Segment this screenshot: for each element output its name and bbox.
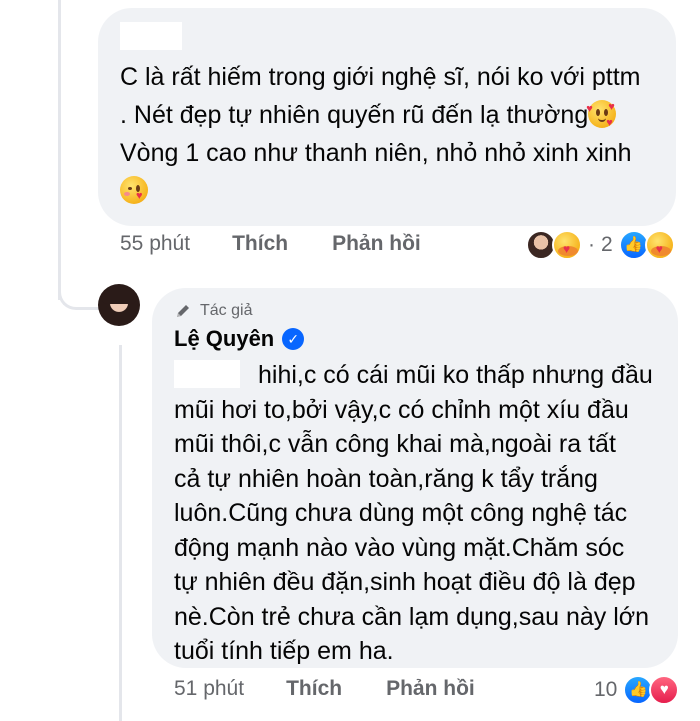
smiling-face-with-hearts-icon: ♥ ♥ ♥ <box>586 100 617 129</box>
reply-button[interactable]: Phản hồi <box>386 677 475 701</box>
love-reaction-icon: ♥ <box>649 675 680 705</box>
reply-line: luôn.Cũng chưa dùng một công nghệ tác <box>174 499 628 527</box>
author-name[interactable]: Lệ Quyên ✓ <box>174 326 305 352</box>
comment-meta: 55 phút Thích Phản hồi <box>120 232 465 256</box>
reply-line: cả tự nhiên hoàn toàn,răng k tẩy trắng <box>174 464 598 493</box>
comment-text: C là rất hiếm trong giới nghệ sĩ, nói ko… <box>120 58 660 210</box>
reply-line: hihi,c có cái mũi ko thấp nhưng đầu <box>258 361 653 389</box>
redacted-commenter-name <box>120 22 182 50</box>
author-avatar[interactable] <box>98 284 140 326</box>
reply-line: mũi hơi to,bởi vậy,c có chỉnh một xíu đầ… <box>174 395 629 424</box>
care-reaction-icon: ♥ <box>644 230 675 260</box>
reaction-count: 10 <box>594 678 618 701</box>
redacted-mention <box>174 360 240 388</box>
reply-timestamp[interactable]: 51 phút <box>174 677 244 701</box>
reply-button[interactable]: Phản hồi <box>332 232 421 256</box>
author-badge-label: Tác giả <box>200 302 253 319</box>
verified-icon: ✓ <box>282 328 305 350</box>
face-blowing-kiss-icon: ♥ <box>120 176 148 204</box>
reply-line: tuổi tính tiếp em ha. <box>174 637 394 665</box>
comment-line: . Nét đẹp tự nhiên quyến rũ đến lạ thườn… <box>120 100 617 129</box>
care-reaction-icon: ♥ <box>552 230 582 260</box>
like-button[interactable]: Thích <box>286 677 342 701</box>
comment-timestamp[interactable]: 55 phút <box>120 232 190 256</box>
reaction-count: 2 <box>601 233 613 256</box>
author-badge: Tác giả <box>174 302 252 320</box>
reactions-summary[interactable]: ♥ · 2 👍 ♥ <box>526 230 675 260</box>
reply-line: động mạnh nào vào vùng mặt.Chăm sóc <box>174 533 625 562</box>
reactions-summary[interactable]: 10 👍 ♥ <box>594 675 680 705</box>
pencil-icon <box>174 302 192 320</box>
reaction-separator: · <box>588 233 595 256</box>
thread-connector <box>58 268 100 310</box>
author-name-text[interactable]: Lệ Quyên <box>174 326 274 352</box>
comment-line: C là rất hiếm trong giới nghệ sĩ, nói ko… <box>120 63 641 91</box>
reply-line: nè.Còn trẻ chưa cần lạm dụng,sau này lớn <box>174 602 650 631</box>
reply-meta: 51 phút Thích Phản hồi <box>174 677 519 701</box>
reply-thread-line <box>119 345 122 721</box>
comment-line: Vòng 1 cao như thanh niên, nhỏ nhỏ xinh … <box>120 139 632 167</box>
thread-line <box>58 0 61 300</box>
reply-line: mũi thôi,c vẫn công khai mà,ngoài ra tất <box>174 430 616 458</box>
comment-line: ♥ <box>120 172 660 210</box>
reply-line: tự nhiên đều đặn,sinh hoạt điều độ là đẹ… <box>174 568 636 596</box>
like-button[interactable]: Thích <box>232 232 288 256</box>
reply-text: hihi,c có cái mũi ko thấp nhưng đầu mũi … <box>174 358 664 669</box>
